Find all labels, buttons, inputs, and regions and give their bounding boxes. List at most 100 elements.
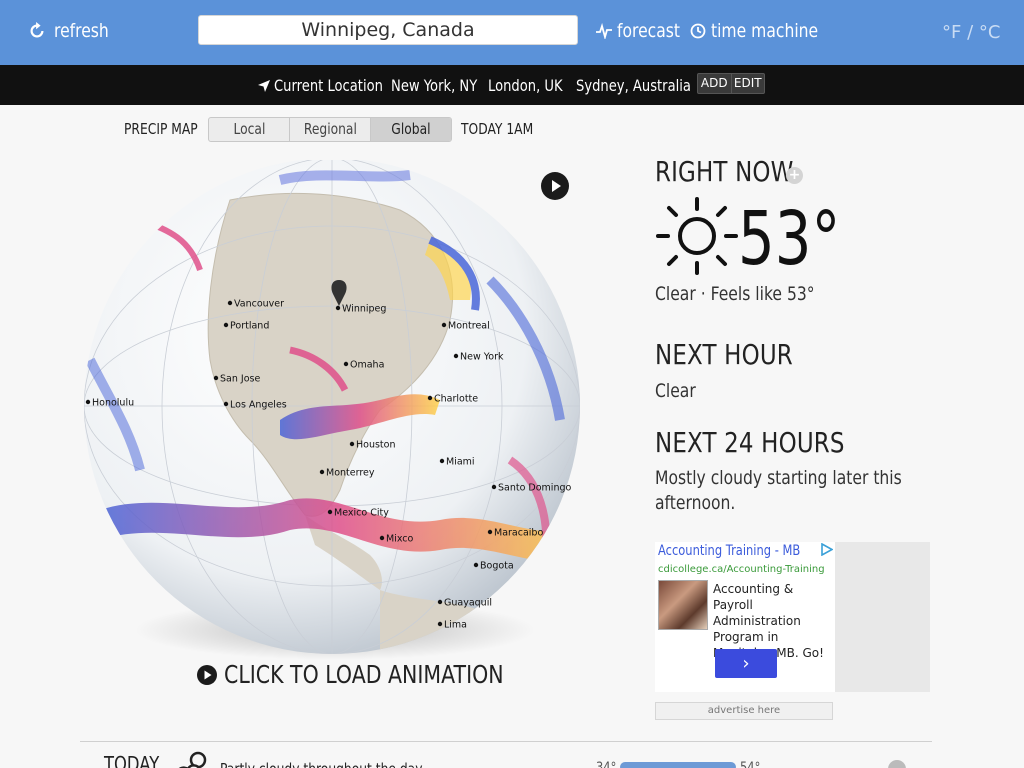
globe-graphic: Vancouver Winnipeg Portland Montreal New Yor…: [84, 158, 580, 660]
partly-cloudy-icon: [178, 751, 207, 768]
city-marker: Vancouver: [227, 299, 284, 310]
forecast-link[interactable]: forecast: [596, 20, 694, 42]
current-summary: Clear · Feels like 53°: [655, 283, 815, 305]
map-scale-selector: Local Regional Global: [208, 117, 452, 142]
city-label: New York: [460, 352, 504, 363]
saved-locations-bar: Current Location New York, NY London, UK…: [0, 65, 1024, 105]
city-marker: Houston: [349, 440, 395, 451]
add-icon[interactable]: +: [786, 167, 803, 184]
refresh-icon: [30, 22, 44, 38]
city-label: Montreal: [448, 321, 490, 332]
add-location-button[interactable]: ADD: [698, 74, 732, 93]
city-dot: [453, 353, 459, 359]
city-label: Lima: [444, 620, 467, 631]
clock-icon: [690, 23, 706, 39]
saved-location-item[interactable]: New York, NY: [391, 76, 496, 95]
city-marker: Omaha: [343, 360, 384, 371]
city-label: Houston: [356, 440, 395, 451]
city-marker: Winnipeg: [335, 304, 386, 315]
ad-title-link[interactable]: Accounting Training - MB: [658, 543, 832, 559]
city-marker: San Jose: [213, 374, 260, 385]
current-location-label: Current Location: [274, 76, 383, 95]
saved-location-item[interactable]: London, UK: [488, 76, 579, 95]
tab-global[interactable]: Global: [371, 118, 451, 141]
map-time-label: TODAY 1AM: [461, 120, 534, 138]
city-dot: [437, 599, 443, 605]
city-marker: Santo Domingo: [491, 483, 572, 494]
refresh-label: refresh: [54, 20, 109, 42]
temperature-range-bar: [620, 762, 736, 768]
current-location-link[interactable]: Current Location: [258, 76, 407, 95]
next-hour-title: NEXT HOUR: [655, 338, 793, 371]
city-label: Winnipeg: [342, 304, 386, 315]
ad-image[interactable]: [658, 580, 708, 630]
load-animation-label: CLICK TO LOAD ANIMATION: [224, 660, 504, 689]
city-dot: [85, 399, 91, 405]
city-label: Bogota: [480, 561, 514, 572]
city-label: Maracaibo: [494, 528, 543, 539]
city-label: Miami: [446, 457, 475, 468]
tab-regional[interactable]: Regional: [290, 118, 371, 141]
next-24-title: NEXT 24 HOURS: [655, 426, 845, 459]
city-dot: [319, 469, 325, 475]
city-marker: Bogota: [473, 561, 514, 572]
time-machine-link[interactable]: time machine: [690, 20, 842, 42]
city-dot: [327, 509, 333, 515]
city-marker: Los Angeles: [223, 400, 287, 411]
city-label: Charlotte: [434, 394, 478, 405]
add-edit-group: ADD EDIT: [697, 73, 765, 94]
city-dot: [439, 458, 445, 464]
saved-location-label: New York, NY: [391, 76, 478, 95]
tab-local[interactable]: Local: [209, 118, 290, 141]
city-marker: Monterrey: [319, 468, 375, 479]
city-marker: Charlotte: [427, 394, 478, 405]
city-label: Honolulu: [92, 398, 134, 409]
next-hour-summary: Clear: [655, 380, 696, 402]
edit-locations-button[interactable]: EDIT: [732, 74, 765, 93]
city-marker: New York: [453, 352, 504, 363]
next-24-summary: Mostly cloudy starting later this aftern…: [655, 467, 902, 514]
precip-globe-map[interactable]: Vancouver Winnipeg Portland Montreal New Yor…: [80, 158, 590, 660]
ad-url[interactable]: cdicollege.ca/Accounting-Training: [658, 564, 825, 575]
city-marker: Maracaibo: [487, 528, 543, 539]
today-summary: Partly cloudy throughout the day.: [220, 760, 470, 768]
city-dot: [343, 361, 349, 367]
play-animation-button[interactable]: [541, 172, 569, 200]
saved-location-label: London, UK: [488, 76, 563, 95]
ad-go-button[interactable]: ›: [715, 649, 777, 678]
city-dot: [227, 300, 233, 306]
expand-day-icon[interactable]: [888, 760, 906, 768]
location-search-input[interactable]: [198, 15, 578, 45]
city-marker: Portland: [223, 321, 269, 332]
load-animation-button[interactable]: CLICK TO LOAD ANIMATION: [196, 660, 565, 689]
refresh-button[interactable]: refresh: [28, 20, 121, 42]
city-label: Portland: [230, 321, 269, 332]
city-dot: [473, 562, 479, 568]
city-label: Vancouver: [234, 299, 284, 310]
play-circle-icon: [197, 664, 217, 685]
saved-location-item[interactable]: Sydney, Australia: [576, 76, 716, 95]
city-dot: [427, 395, 433, 401]
precip-map-label: PRECIP MAP: [124, 120, 198, 138]
advertise-here-link[interactable]: advertise here: [655, 702, 833, 720]
city-marker: Guayaquil: [437, 598, 492, 609]
section-divider: [80, 741, 932, 742]
city-label: Mexico City: [334, 508, 389, 519]
top-bar: refresh forecast time machine °F / °C: [0, 0, 1024, 65]
today-low: 34°: [596, 760, 617, 768]
play-icon: [552, 180, 561, 192]
city-label: Guayaquil: [444, 598, 492, 609]
ad-choices-icon[interactable]: [820, 543, 833, 556]
city-dot: [437, 621, 443, 627]
unit-fahrenheit[interactable]: °F: [942, 22, 961, 43]
saved-location-label: Sydney, Australia: [576, 76, 691, 95]
city-dot: [491, 484, 497, 490]
sun-icon: [656, 197, 738, 275]
city-marker: Montreal: [441, 321, 490, 332]
city-label: Mixco: [386, 534, 414, 545]
forecast-label: forecast: [617, 20, 681, 42]
today-label: TODAY: [104, 752, 160, 768]
unit-toggle[interactable]: °F / °C: [942, 22, 1000, 43]
city-dot: [213, 375, 219, 381]
unit-celsius[interactable]: °C: [979, 22, 1001, 43]
